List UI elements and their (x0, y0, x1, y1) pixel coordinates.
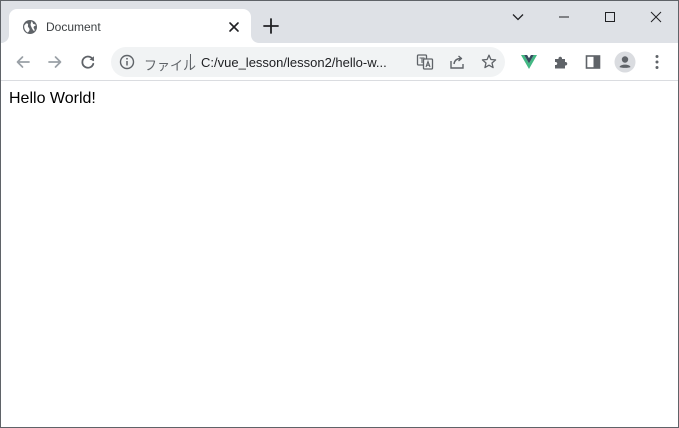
menu-more-icon[interactable] (645, 50, 669, 74)
minimize-icon[interactable] (541, 1, 587, 33)
side-panel-icon[interactable] (581, 50, 605, 74)
browser-toolbar: ファイル C:/vue_lesson/lesson2/hello-w... (1, 43, 678, 81)
tab-document[interactable]: Document (9, 9, 251, 43)
tab-strip: Document (1, 1, 678, 43)
address-separator (190, 54, 191, 70)
forward-arrow-icon[interactable] (43, 50, 67, 74)
tab-title: Document (46, 20, 101, 34)
site-scheme-label: ファイル (144, 58, 197, 73)
translate-icon[interactable] (416, 53, 434, 71)
window-close-icon[interactable] (633, 1, 678, 33)
maximize-icon[interactable] (587, 1, 633, 33)
back-arrow-icon[interactable] (11, 50, 35, 74)
info-icon[interactable] (119, 54, 135, 70)
address-bar[interactable]: ファイル C:/vue_lesson/lesson2/hello-w... (111, 47, 505, 77)
share-icon[interactable] (448, 53, 466, 71)
vue-devtools-icon[interactable] (517, 50, 541, 74)
bookmark-star-icon[interactable] (480, 53, 498, 71)
page-content: Hello World! (1, 82, 678, 427)
hello-world-text: Hello World! (9, 90, 96, 107)
tab-search-chevron-icon[interactable] (495, 1, 541, 33)
extensions-puzzle-icon[interactable] (549, 50, 573, 74)
globe-icon (22, 19, 38, 35)
browser-window: Document ファイル C:/vue_lesson/lesson2/hell… (0, 0, 679, 428)
address-url[interactable]: C:/vue_lesson/lesson2/hello-w... (201, 55, 387, 70)
profile-avatar-icon[interactable] (613, 50, 637, 74)
reload-icon[interactable] (76, 50, 100, 74)
close-tab-icon[interactable] (225, 18, 243, 36)
new-tab-icon[interactable] (260, 15, 282, 37)
